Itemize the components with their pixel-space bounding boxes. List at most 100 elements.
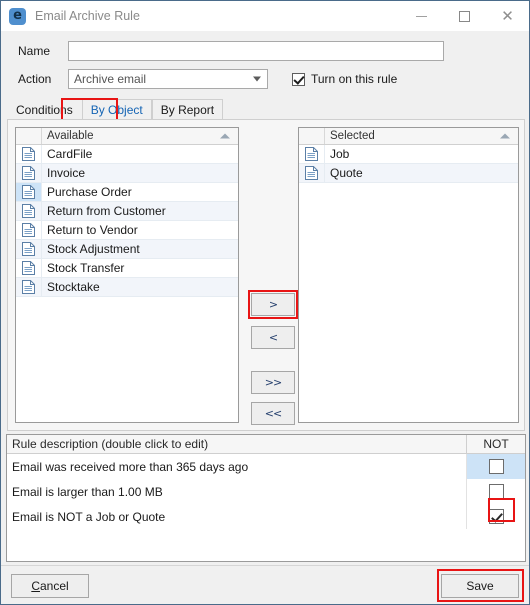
rule-grid-rows: Email was received more than 365 days ag… bbox=[7, 454, 525, 529]
list-item[interactable]: CardFile bbox=[16, 145, 238, 164]
turn-on-rule-checkbox[interactable] bbox=[292, 72, 305, 86]
list-item[interactable]: Stock Transfer bbox=[16, 259, 238, 278]
list-item-label: Return from Customer bbox=[47, 204, 166, 218]
list-item-icon-cell bbox=[16, 259, 42, 277]
table-row[interactable]: Email is larger than 1.00 MB bbox=[7, 479, 525, 504]
action-dropdown-value: Archive email bbox=[74, 72, 147, 86]
document-icon bbox=[305, 166, 318, 180]
list-item-label: Stock Transfer bbox=[47, 261, 125, 275]
sort-ascending-icon bbox=[500, 133, 510, 139]
rule-row-not-cell[interactable] bbox=[467, 454, 525, 479]
action-row: Action Archive email Turn on this rule bbox=[18, 69, 397, 89]
table-row[interactable]: Email is NOT a Job or Quote bbox=[7, 504, 525, 529]
add-all-button[interactable]: >> bbox=[251, 371, 295, 394]
list-item-icon-cell bbox=[16, 240, 42, 258]
app-icon-glyph: e bbox=[13, 8, 22, 23]
available-header-name-col[interactable]: Available bbox=[42, 128, 238, 144]
add-button[interactable]: > bbox=[251, 293, 295, 316]
save-button-label: Save bbox=[466, 579, 494, 593]
list-item-label: CardFile bbox=[47, 147, 93, 161]
tab-conditions-label: Conditions bbox=[16, 103, 73, 117]
tab-by-report[interactable]: By Report bbox=[151, 99, 224, 120]
close-button[interactable]: ✕ bbox=[486, 1, 529, 31]
available-header-label: Available bbox=[47, 130, 94, 142]
document-icon bbox=[22, 185, 35, 199]
remove-all-button-label: << bbox=[264, 407, 282, 420]
action-dropdown[interactable]: Archive email bbox=[68, 69, 268, 89]
form-area: Name Action Archive email Turn on this r… bbox=[1, 31, 529, 93]
tab-by-object-label: By Object bbox=[90, 103, 143, 117]
document-icon bbox=[305, 147, 318, 161]
not-checkbox[interactable] bbox=[488, 509, 504, 524]
available-rows: CardFile Invoice Purchase Order Return from… bbox=[16, 145, 238, 297]
sort-ascending-icon bbox=[220, 133, 230, 139]
remove-all-button[interactable]: << bbox=[251, 402, 295, 425]
list-item-icon-cell bbox=[299, 164, 325, 182]
selected-header-label: Selected bbox=[330, 130, 375, 142]
not-checkbox[interactable] bbox=[488, 459, 504, 474]
document-icon bbox=[22, 261, 35, 275]
list-item[interactable]: Return from Customer bbox=[16, 202, 238, 221]
table-row[interactable]: Email was received more than 365 days ag… bbox=[7, 454, 525, 479]
window-title: Email Archive Rule bbox=[35, 9, 140, 23]
window-controls: ✕ bbox=[400, 1, 529, 31]
cancel-button-label: Cancel bbox=[31, 579, 69, 593]
document-icon bbox=[22, 147, 35, 161]
available-list[interactable]: Available CardFile Invoice Purchase Order R… bbox=[15, 127, 239, 423]
list-item-icon-cell bbox=[16, 164, 42, 182]
add-button-label: > bbox=[268, 298, 278, 311]
list-item[interactable]: Quote bbox=[299, 164, 518, 183]
selected-list-header: Selected bbox=[299, 128, 518, 145]
name-input[interactable] bbox=[68, 41, 444, 61]
turn-on-rule-checkbox-wrap[interactable]: Turn on this rule bbox=[292, 72, 397, 86]
save-button[interactable]: Save bbox=[441, 574, 519, 598]
remove-button[interactable]: < bbox=[251, 326, 295, 349]
cancel-button[interactable]: Cancel bbox=[11, 574, 89, 598]
selected-list[interactable]: Selected Job Quote bbox=[298, 127, 519, 423]
rule-grid-header: Rule description (double click to edit) … bbox=[7, 435, 525, 454]
selected-rows: Job Quote bbox=[299, 145, 518, 183]
remove-button-label: < bbox=[268, 331, 278, 344]
not-checkbox[interactable] bbox=[488, 484, 504, 499]
list-item[interactable]: Invoice bbox=[16, 164, 238, 183]
rule-row-not-cell[interactable] bbox=[467, 479, 525, 504]
list-item-icon-cell bbox=[299, 145, 325, 163]
available-header-icon-col bbox=[16, 128, 42, 144]
list-item[interactable]: Stocktake bbox=[16, 278, 238, 297]
rule-grid-header-not: NOT bbox=[483, 437, 509, 451]
list-item-label: Invoice bbox=[47, 166, 86, 180]
list-item-label: Return to Vendor bbox=[47, 223, 138, 237]
action-label: Action bbox=[18, 72, 52, 86]
name-row: Name bbox=[18, 41, 444, 61]
available-list-header: Available bbox=[16, 128, 238, 145]
tab-strip: Conditions By Object By Report bbox=[7, 98, 224, 120]
list-item-label: Quote bbox=[330, 166, 363, 180]
list-item[interactable]: Job bbox=[299, 145, 518, 164]
minimize-icon bbox=[416, 15, 427, 17]
rule-grid-header-description: Rule description (double click to edit) bbox=[7, 435, 467, 453]
list-item-label: Stock Adjustment bbox=[47, 242, 140, 256]
list-item[interactable]: Return to Vendor bbox=[16, 221, 238, 240]
document-icon bbox=[22, 242, 35, 256]
maximize-icon bbox=[459, 10, 470, 22]
close-icon: ✕ bbox=[501, 6, 514, 25]
document-icon bbox=[22, 223, 35, 237]
rule-description-grid[interactable]: Rule description (double click to edit) … bbox=[6, 434, 526, 562]
maximize-button[interactable] bbox=[443, 1, 486, 31]
document-icon bbox=[22, 280, 35, 294]
list-item[interactable]: Stock Adjustment bbox=[16, 240, 238, 259]
tab-conditions[interactable]: Conditions bbox=[7, 99, 82, 120]
list-item-label: Purchase Order bbox=[47, 185, 132, 199]
email-archive-rule-window: e Email Archive Rule ✕ Name Action Archi… bbox=[0, 0, 530, 605]
list-item-icon-cell bbox=[16, 202, 42, 220]
title-bar: e Email Archive Rule ✕ bbox=[1, 1, 529, 31]
selected-header-name-col[interactable]: Selected bbox=[325, 128, 518, 144]
list-item-icon-cell bbox=[16, 221, 42, 239]
list-item-icon-cell bbox=[16, 278, 42, 296]
minimize-button[interactable] bbox=[400, 1, 443, 31]
list-item[interactable]: Purchase Order bbox=[16, 183, 238, 202]
add-all-button-label: >> bbox=[264, 376, 282, 389]
name-label: Name bbox=[18, 44, 51, 58]
tab-by-object[interactable]: By Object bbox=[81, 99, 152, 120]
rule-row-not-cell[interactable] bbox=[467, 504, 525, 529]
